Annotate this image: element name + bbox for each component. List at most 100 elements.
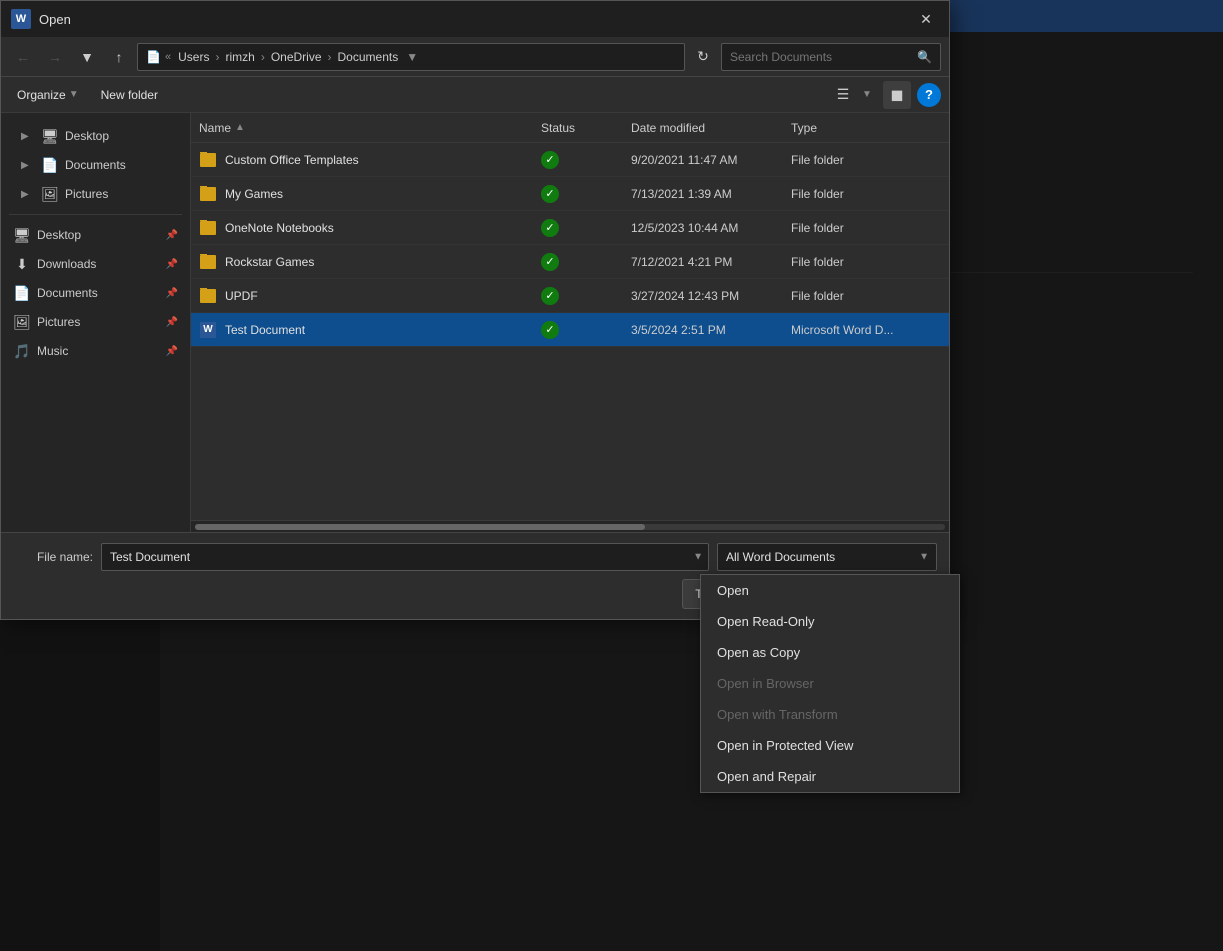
file-name-text: OneNote Notebooks xyxy=(225,221,334,235)
left-item-pictures-qa[interactable]: ▶ 🖼 Pictures xyxy=(5,180,186,208)
documents-icon-pin: 📄 xyxy=(13,284,31,302)
file-date-cell: 7/12/2021 4:21 PM xyxy=(631,255,791,269)
file-name-text: Test Document xyxy=(225,323,305,337)
left-item-documents-pin[interactable]: 📄 Documents 📌 xyxy=(5,279,186,307)
menu-item-open-repair[interactable]: Open and Repair xyxy=(701,761,959,792)
file-status-cell: ✓ xyxy=(541,253,631,271)
menu-item-open-protected[interactable]: Open in Protected View xyxy=(701,730,959,761)
file-date-cell: 9/20/2021 11:47 AM xyxy=(631,153,791,167)
col-header-name: Name ▲ xyxy=(199,121,541,135)
left-item-pictures-pin[interactable]: 🖼 Pictures 📌 xyxy=(5,308,186,336)
menu-item-open-readonly[interactable]: Open Read-Only xyxy=(701,606,959,637)
sync-status-icon: ✓ xyxy=(541,185,559,203)
file-status-cell: ✓ xyxy=(541,185,631,203)
left-item-desktop-qa[interactable]: ▶ 🖥 Desktop xyxy=(5,122,186,150)
col-sort-icon: ▲ xyxy=(235,122,245,133)
file-name-label: File name: xyxy=(13,550,93,564)
file-type-cell: File folder xyxy=(791,255,941,269)
search-icon: 🔍 xyxy=(917,50,932,64)
table-row[interactable]: Rockstar Games ✓ 7/12/2021 4:21 PM File … xyxy=(191,245,949,279)
sync-status-icon: ✓ xyxy=(541,219,559,237)
left-item-label-music-pin: Music xyxy=(37,344,160,358)
col-date-label: Date modified xyxy=(631,121,705,135)
left-item-desktop-pin[interactable]: 🖥 Desktop 📌 xyxy=(5,221,186,249)
table-row[interactable]: Custom Office Templates ✓ 9/20/2021 11:4… xyxy=(191,143,949,177)
preview-button[interactable]: ◼ xyxy=(883,81,911,109)
file-type-cell: File folder xyxy=(791,187,941,201)
file-row-name: Rockstar Games xyxy=(199,254,541,270)
file-status-cell: ✓ xyxy=(541,151,631,169)
file-date-cell: 3/27/2024 12:43 PM xyxy=(631,289,791,303)
file-date-cell: 12/5/2023 10:44 AM xyxy=(631,221,791,235)
pictures-icon-qa: 🖼 xyxy=(41,185,59,203)
dialog-titlebar: W Open ✕ xyxy=(1,1,949,37)
left-item-label-documents-pin: Documents xyxy=(37,286,160,300)
file-name-dropdown-icon: ▼ xyxy=(693,552,703,563)
file-name-text: Custom Office Templates xyxy=(225,153,359,167)
folder-icon xyxy=(199,220,217,236)
left-item-downloads-pin[interactable]: ⬇ Downloads 📌 xyxy=(5,250,186,278)
file-name-text: UPDF xyxy=(225,289,258,303)
table-row[interactable]: Test Document ✓ 3/5/2024 2:51 PM Microso… xyxy=(191,313,949,347)
col-name-label: Name xyxy=(199,121,231,135)
menu-item-open-browser: Open in Browser xyxy=(701,668,959,699)
dialog-close-button[interactable]: ✕ xyxy=(913,6,939,32)
sync-status-icon: ✓ xyxy=(541,151,559,169)
pin-icon-documents: 📌 xyxy=(166,288,178,299)
menu-item-open-transform: Open with Transform xyxy=(701,699,959,730)
new-folder-button[interactable]: New folder xyxy=(93,84,166,106)
menu-item-open-copy[interactable]: Open as Copy xyxy=(701,637,959,668)
table-row[interactable]: My Games ✓ 7/13/2021 1:39 AM File folder xyxy=(191,177,949,211)
table-row[interactable]: OneNote Notebooks ✓ 12/5/2023 10:44 AM F… xyxy=(191,211,949,245)
expand-arrow-documents: ▶ xyxy=(21,160,35,171)
nav-recent-button[interactable]: ▼ xyxy=(73,43,101,71)
dialog-title-icon: W xyxy=(11,9,31,29)
help-button[interactable]: ? xyxy=(917,83,941,107)
file-name-input[interactable] xyxy=(101,543,709,571)
expand-arrow-desktop: ▶ xyxy=(21,131,35,142)
folder-icon xyxy=(199,186,217,202)
left-item-documents-qa[interactable]: ▶ 📄 Documents xyxy=(5,151,186,179)
file-name-input-wrap: ▼ xyxy=(101,543,709,571)
file-status-cell: ✓ xyxy=(541,287,631,305)
left-item-music-pin[interactable]: 🎵 Music 📌 xyxy=(5,337,186,365)
open-dropdown-menu: Open Open Read-Only Open as Copy Open in… xyxy=(700,574,960,793)
search-input[interactable] xyxy=(730,50,913,64)
file-row-name: Custom Office Templates xyxy=(199,152,541,168)
file-date-cell: 7/13/2021 1:39 AM xyxy=(631,187,791,201)
col-header-status: Status xyxy=(541,121,631,135)
sync-status-icon: ✓ xyxy=(541,287,559,305)
left-item-label-pictures-pin: Pictures xyxy=(37,315,160,329)
organize-button[interactable]: Organize ▼ xyxy=(9,84,87,106)
address-icon: 📄 xyxy=(146,50,161,64)
expand-arrow-pictures: ▶ xyxy=(21,189,35,200)
address-dropdown-button[interactable]: ▼ xyxy=(402,50,422,64)
nav-up-button[interactable]: ↑ xyxy=(105,43,133,71)
address-part-rimzh: rimzh xyxy=(225,50,254,64)
view-list-button[interactable]: ☰ xyxy=(829,81,857,109)
left-separator xyxy=(9,214,182,215)
file-type-cell: File folder xyxy=(791,289,941,303)
left-item-label-desktop-pin: Desktop xyxy=(37,228,160,242)
file-type-select-wrap: All Word Documents Word Documents (*.doc… xyxy=(717,543,937,571)
desktop-icon-pin: 🖥 xyxy=(13,226,31,244)
address-bar[interactable]: 📄 « Users › rimzh › OneDrive › Documents… xyxy=(137,43,685,71)
downloads-icon-pin: ⬇ xyxy=(13,255,31,273)
scrollbar-thumb xyxy=(195,524,645,530)
file-type-select[interactable]: All Word Documents Word Documents (*.doc… xyxy=(717,543,937,571)
left-item-label-desktop-qa: Desktop xyxy=(65,129,178,143)
file-name-text: My Games xyxy=(225,187,283,201)
view-dropdown-button[interactable]: ▼ xyxy=(857,81,877,109)
file-row-name: My Games xyxy=(199,186,541,202)
search-box[interactable]: 🔍 xyxy=(721,43,941,71)
horizontal-scrollbar[interactable] xyxy=(191,520,949,532)
nav-back-button[interactable]: ← xyxy=(9,43,37,71)
nav-forward-button[interactable]: → xyxy=(41,43,69,71)
table-row[interactable]: UPDF ✓ 3/27/2024 12:43 PM File folder xyxy=(191,279,949,313)
address-sep-1: › xyxy=(215,50,219,64)
menu-item-open[interactable]: Open xyxy=(701,575,959,606)
dialog-action-toolbar: Organize ▼ New folder ☰ ▼ ◼ ? xyxy=(1,77,949,113)
address-sep-2: › xyxy=(261,50,265,64)
quick-access-section: ▶ 🖥 Desktop ▶ 📄 Documents ▶ 🖼 Pictures xyxy=(1,122,190,208)
refresh-button[interactable]: ↻ xyxy=(689,43,717,71)
